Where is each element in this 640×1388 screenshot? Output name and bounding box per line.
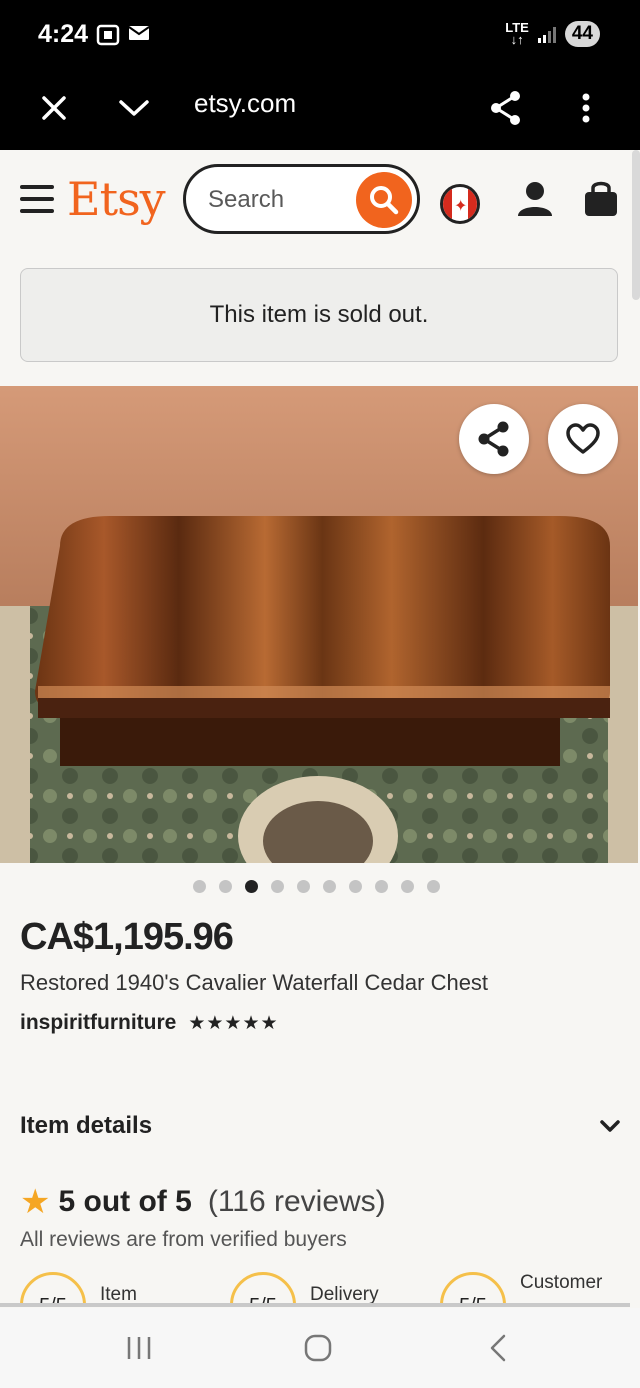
- share-icon: [491, 91, 520, 125]
- status-right: LTE ↓↑ 44: [505, 21, 600, 47]
- image-carousel-dots: [193, 880, 440, 893]
- carousel-dot[interactable]: [245, 880, 258, 893]
- seller-rating-stars: ★★★★★: [188, 1012, 279, 1034]
- review-count[interactable]: (116 reviews): [208, 1185, 386, 1219]
- item-details-label: Item details: [20, 1112, 153, 1139]
- carousel-dot[interactable]: [401, 880, 414, 893]
- status-bar: 4:24 LTE ↓↑ 44: [0, 0, 640, 70]
- close-tab-button[interactable]: [30, 84, 78, 132]
- star-icon: ★: [20, 1183, 51, 1221]
- sold-out-banner: This item is sold out.: [20, 268, 618, 362]
- user-account-button[interactable]: [516, 180, 554, 223]
- carousel-dot[interactable]: [271, 880, 284, 893]
- status-time: 4:24: [38, 20, 89, 48]
- carousel-dot[interactable]: [193, 880, 206, 893]
- subrating-label: Customer: [520, 1272, 603, 1293]
- minimize-button[interactable]: [110, 84, 158, 132]
- item-details-toggle[interactable]: Item details: [20, 1112, 620, 1140]
- cart-button[interactable]: [582, 180, 620, 223]
- heart-icon: [566, 423, 600, 454]
- favorite-button[interactable]: [548, 404, 618, 474]
- kebab-menu-icon: [582, 93, 590, 123]
- page-scrollbar[interactable]: [632, 150, 640, 300]
- search-input[interactable]: Search: [183, 164, 420, 234]
- carousel-dot[interactable]: [219, 880, 232, 893]
- search-icon: [370, 186, 399, 215]
- home-button[interactable]: [294, 1328, 342, 1368]
- browser-toolbar: etsy.com: [0, 70, 640, 150]
- seller-row: inspiritfurniture ★★★★★: [20, 1011, 279, 1035]
- search-button[interactable]: [356, 172, 412, 228]
- signal-icon: [537, 27, 556, 43]
- battery-level: 44: [564, 21, 600, 47]
- chevron-down-icon: [600, 1120, 620, 1132]
- search-placeholder: Search: [208, 186, 285, 213]
- close-icon: [42, 96, 66, 120]
- share-icon: [478, 421, 509, 457]
- nav-divider: [0, 1303, 630, 1307]
- share-listing-button[interactable]: [459, 404, 529, 474]
- carousel-dot[interactable]: [297, 880, 310, 893]
- listing-title: Restored 1940's Cavalier Waterfall Cedar…: [20, 970, 489, 995]
- screenshot-icon: [96, 24, 120, 46]
- mail-icon: [128, 26, 150, 40]
- address-bar[interactable]: etsy.com: [194, 88, 296, 119]
- subrating-score-ring: 5/5: [230, 1272, 296, 1306]
- cedar-chest-photo: [0, 386, 638, 863]
- subrating-score-ring: 5/5: [440, 1272, 506, 1306]
- back-button[interactable]: [474, 1328, 522, 1368]
- chevron-down-icon: [119, 100, 149, 116]
- home-icon: [304, 1334, 332, 1362]
- cart-icon: [585, 181, 617, 216]
- network-type: LTE ↓↑: [505, 20, 529, 47]
- share-page-button[interactable]: [482, 84, 530, 132]
- canada-flag-icon[interactable]: ✦: [440, 184, 480, 224]
- carousel-dot[interactable]: [375, 880, 388, 893]
- review-summary: ★ 5 out of 5 (116 reviews): [20, 1185, 386, 1219]
- recent-apps-icon: [127, 1337, 151, 1359]
- site-header: Etsy Search ✦: [0, 150, 632, 248]
- product-image[interactable]: [0, 386, 638, 863]
- listing-price: CA$1,195.96: [20, 916, 234, 958]
- verified-buyers-note: All reviews are from verified buyers: [20, 1228, 347, 1251]
- sold-out-text: This item is sold out.: [209, 301, 429, 328]
- subratings-row: 5/5 Item 5/5 Delivery 5/5 Customer: [20, 1272, 640, 1306]
- user-icon: [518, 182, 552, 216]
- carousel-dot[interactable]: [427, 880, 440, 893]
- more-options-button[interactable]: [562, 84, 610, 132]
- data-arrows-icon: ↓↑: [510, 32, 524, 47]
- seller-name-link[interactable]: inspiritfurniture: [20, 1011, 176, 1035]
- status-icons: [96, 24, 150, 46]
- recent-apps-button[interactable]: [115, 1328, 163, 1368]
- carousel-dot[interactable]: [323, 880, 336, 893]
- menu-icon[interactable]: [20, 185, 54, 213]
- subrating-score-ring: 5/5: [20, 1272, 86, 1306]
- android-nav-bar: [0, 1308, 640, 1388]
- etsy-logo[interactable]: Etsy: [67, 172, 166, 226]
- back-icon: [490, 1334, 506, 1362]
- rating-text: 5 out of 5: [58, 1185, 192, 1218]
- carousel-dot[interactable]: [349, 880, 362, 893]
